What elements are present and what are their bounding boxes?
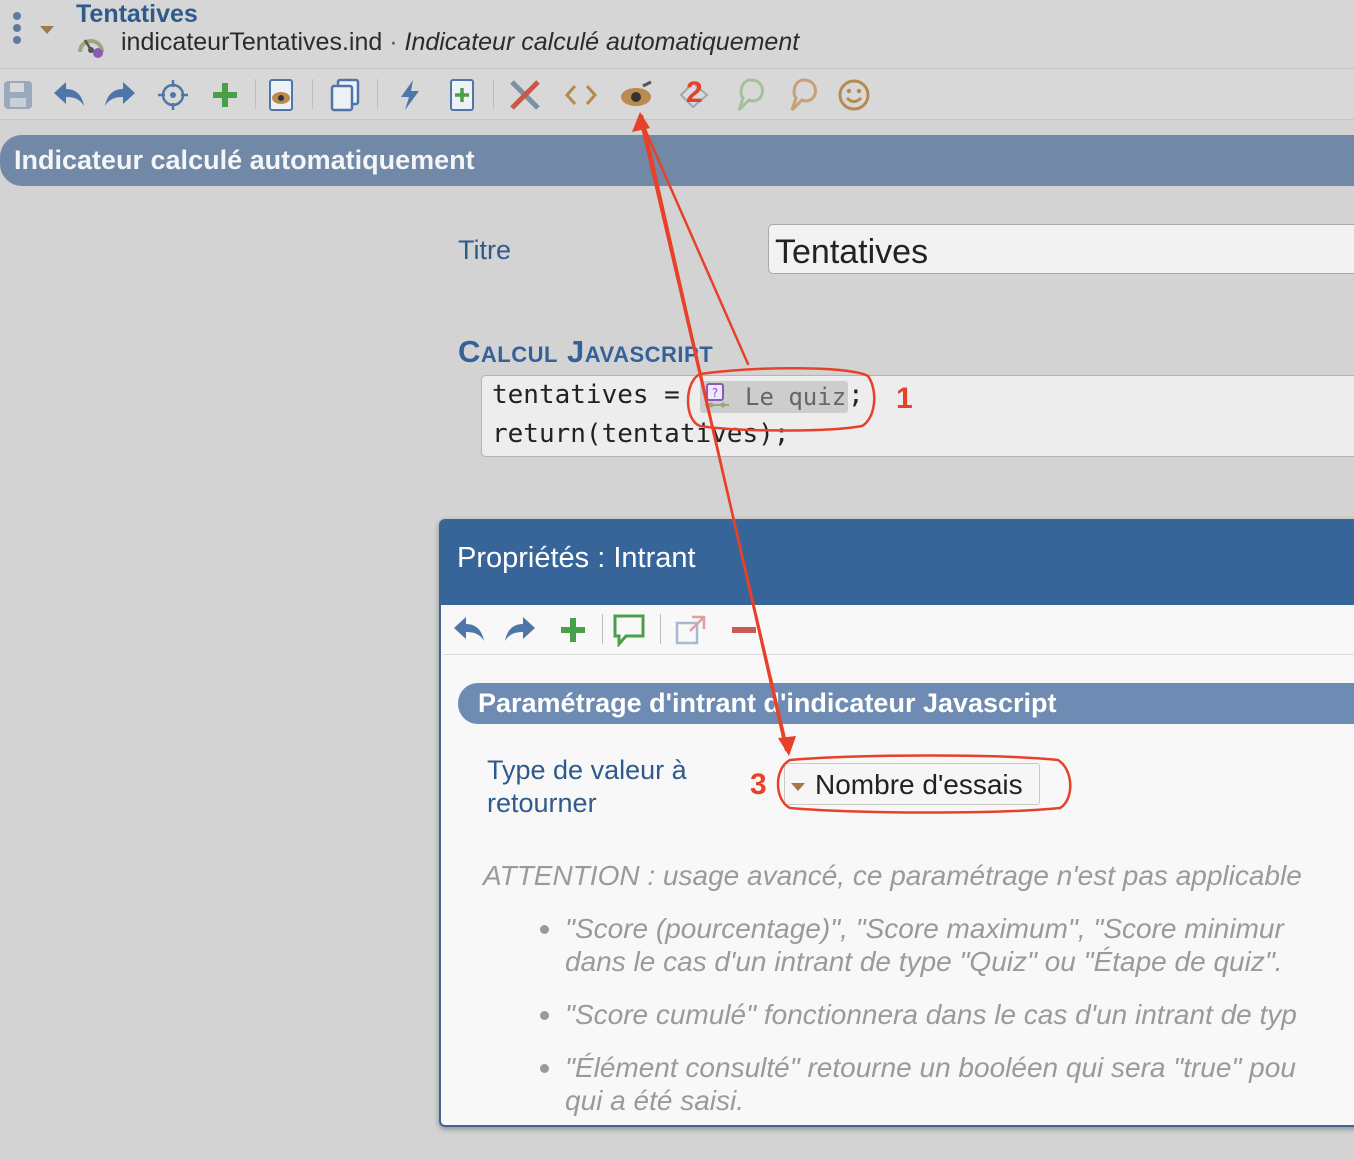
calcul-javascript-heading: Calcul Javascript xyxy=(458,334,714,369)
code-line-1-prefix: tentatives = xyxy=(492,380,696,410)
bullet-icon xyxy=(540,925,549,934)
toolbar-divider xyxy=(493,79,494,109)
undo-icon[interactable] xyxy=(51,77,87,113)
smiley-icon[interactable] xyxy=(836,77,872,113)
type-valeur-label-line-1: Type de valeur à xyxy=(487,755,687,785)
bullet-1-line-1: "Score (pourcentage)", "Score maximum", … xyxy=(565,913,1284,944)
remove-icon[interactable] xyxy=(726,612,762,648)
type-valeur-selected: Nombre d'essais xyxy=(815,769,1023,800)
bullet-1-line-2: dans le cas d'un intrant de type "Quiz" … xyxy=(565,946,1283,977)
annotation-label-2: 2 xyxy=(686,76,703,109)
open-external-icon[interactable] xyxy=(673,612,709,648)
code-line-1-suffix: ; xyxy=(848,380,864,410)
toolbar-divider xyxy=(312,79,313,109)
dialog-toolbar xyxy=(443,606,1354,655)
file-path: indicateurTentatives.ind · Indicateur ca… xyxy=(121,28,799,57)
hint-bulb-icon[interactable] xyxy=(731,77,767,113)
toolbar-divider xyxy=(660,614,661,644)
annotation-label-3: 3 xyxy=(750,768,767,801)
page-title: Tentatives xyxy=(76,0,198,28)
quiz-icon: ? xyxy=(703,383,731,411)
target-icon[interactable] xyxy=(155,77,191,113)
add-icon[interactable] xyxy=(555,612,591,648)
undo-icon[interactable] xyxy=(451,612,487,648)
param-section-title: Paramétrage d'intrant d'indicateur Javas… xyxy=(478,688,1057,718)
chevron-down-icon[interactable] xyxy=(791,783,805,791)
copy-icon[interactable] xyxy=(327,77,363,113)
new-document-icon[interactable] xyxy=(444,77,480,113)
tools-icon[interactable] xyxy=(507,77,543,113)
file-separator: · xyxy=(382,28,405,56)
file-name: indicateurTentatives.ind xyxy=(121,28,383,56)
lightning-icon[interactable] xyxy=(392,77,428,113)
bullet-icon xyxy=(540,1011,549,1020)
gauge-icon xyxy=(76,30,106,60)
quiz-chip-label: Le quiz xyxy=(745,383,847,411)
toolbar-divider xyxy=(377,79,378,109)
section-title: Indicateur calculé automatiquement xyxy=(14,145,475,175)
view-icon[interactable] xyxy=(619,77,655,113)
kebab-menu-icon[interactable] xyxy=(10,12,24,48)
redo-icon[interactable] xyxy=(502,612,538,648)
type-valeur-label: Type de valeur à retourner xyxy=(487,754,687,820)
toolbar-divider xyxy=(602,614,603,644)
bullet-3-line-2: qui a été saisi. xyxy=(565,1085,744,1116)
annotation-label-1: 1 xyxy=(896,382,913,415)
code-icon[interactable] xyxy=(563,77,599,113)
warning-text: ATTENTION : usage avancé, ce paramétrage… xyxy=(483,860,1302,891)
file-description: Indicateur calculé automatiquement xyxy=(404,28,800,56)
svg-text:?: ? xyxy=(712,386,718,400)
bullet-icon xyxy=(540,1064,549,1073)
titre-field[interactable] xyxy=(768,224,1354,274)
toolbar-divider xyxy=(255,79,256,109)
type-valeur-label-line-2: retourner xyxy=(487,787,597,818)
main-toolbar xyxy=(0,69,1354,120)
comment-icon[interactable] xyxy=(611,612,647,648)
code-line-2: return(tentatives); xyxy=(492,419,790,449)
save-icon[interactable] xyxy=(0,77,36,113)
add-icon[interactable] xyxy=(207,77,243,113)
bullet-2-line-1: "Score cumulé" fonctionnera dans le cas … xyxy=(565,999,1297,1030)
bullet-3-line-1: "Élément consulté" retourne un booléen q… xyxy=(565,1052,1296,1083)
chevron-down-icon[interactable] xyxy=(40,26,54,34)
titre-label: Titre xyxy=(458,235,511,265)
preview-document-icon[interactable] xyxy=(263,77,299,113)
redo-icon[interactable] xyxy=(102,77,138,113)
hint-bulb-alt-icon[interactable] xyxy=(784,77,820,113)
dialog-title: Propriétés : Intrant xyxy=(457,542,696,574)
